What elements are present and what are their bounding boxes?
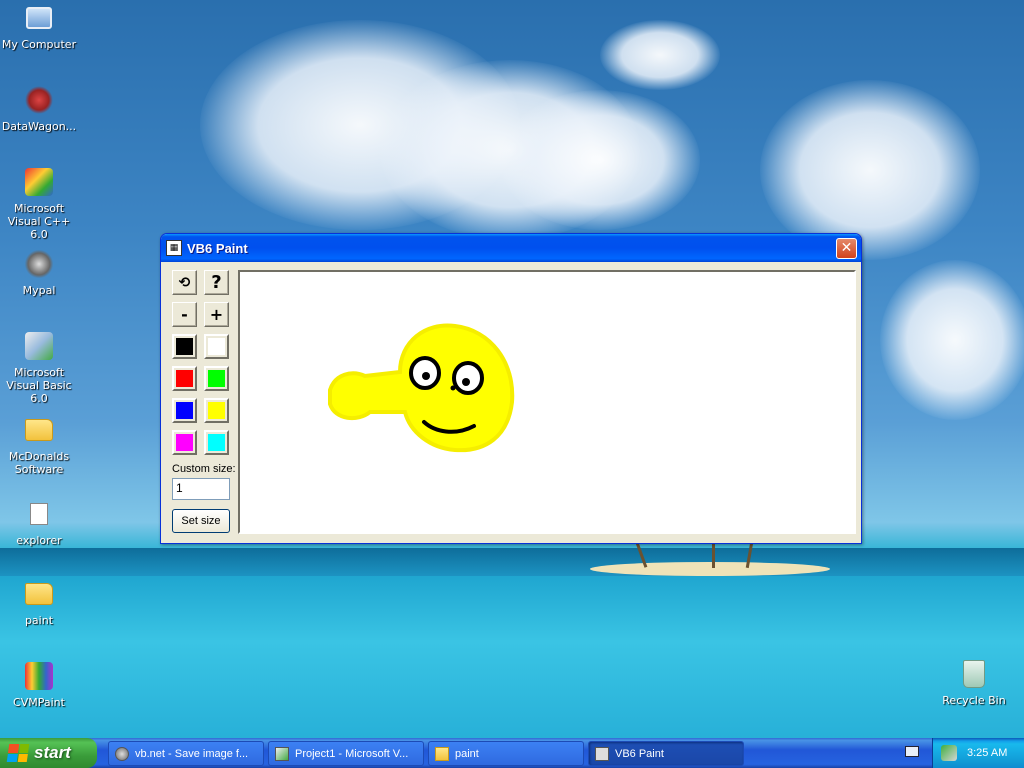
desktop-icon-my-computer[interactable]: My Computer [0,2,78,51]
color-swatch-blue[interactable] [172,398,197,423]
right-eye-pupil [462,378,470,386]
browser-icon [115,746,129,761]
taskbar-item-project1[interactable]: Project1 - Microsoft V... [268,741,424,766]
desktop-icon-label: Mypal [22,284,56,297]
color-swatch-cyan[interactable] [204,430,229,455]
desktop-icon-label: paint [24,614,54,627]
desktop-icon-label: Recycle Bin [942,694,1006,707]
desktop-icon-datawagon[interactable]: DataWagon... [0,84,78,133]
color-swatch-red[interactable] [172,366,197,391]
taskbar-item-vbnet[interactable]: vb.net - Save image f... [108,741,264,766]
taskbar-item-paint-folder[interactable]: paint [428,741,584,766]
shortcut-icon [25,86,53,114]
color-swatch-black[interactable] [172,334,197,359]
recycle-bin-icon [963,660,985,688]
windows-logo-icon [6,744,30,762]
desktop-icon-cvmpaint[interactable]: CVMPaint [0,660,78,709]
drawing [328,323,515,453]
folder-icon [435,746,449,761]
start-button[interactable]: start [0,738,97,768]
taskbar-item-vb6-paint[interactable]: VB6 Paint [588,741,744,766]
desktop-icon-visual-basic[interactable]: Microsoft Visual Basic 6.0 [0,330,78,405]
system-tray: 3:25 AM [932,738,1024,768]
window-titlebar[interactable]: ▦ VB6 Paint ✕ [161,234,861,262]
custom-size-label: Custom size: [172,463,236,475]
decrease-size-button[interactable]: - [172,302,197,327]
folder-icon [25,583,53,605]
window-client: ⟲ ? - + Custom size: 1 Set size [164,262,858,540]
app-icon: ▦ [166,240,182,256]
color-swatch-white[interactable] [204,334,229,359]
desktop-icon-label: My Computer [1,38,77,51]
custom-size-input[interactable]: 1 [172,478,230,500]
computer-icon [26,7,52,29]
desktop-icon-label: CVMPaint [13,696,65,709]
app-icon [595,746,609,761]
desktop-icon-label: explorer [16,534,62,547]
window-title: VB6 Paint [187,240,248,256]
desktop-icon-label: Microsoft Visual Basic 6.0 [6,366,72,405]
desktop-icon-mypal[interactable]: Mypal [0,248,78,297]
network-icon[interactable] [941,745,957,761]
visual-basic-icon [25,332,53,360]
desktop-icon-label: Microsoft Visual C++ 6.0 [7,202,71,241]
folder-icon [25,419,53,441]
desktop-icon-label: DataWagon... [1,120,77,133]
color-swatch-magenta[interactable] [172,430,197,455]
vb6-paint-window: ▦ VB6 Paint ✕ ⟲ ? - + Custom size: 1 Set… [160,233,862,544]
set-size-button[interactable]: Set size [172,509,230,533]
nose-dot [450,385,456,391]
taskbar-item-label: VB6 Paint [615,747,664,760]
drawing-canvas[interactable] [238,270,856,534]
file-icon [30,503,48,525]
start-label: start [34,743,71,762]
taskbar-item-label: vb.net - Save image f... [135,747,249,760]
left-eye-pupil [422,372,430,380]
help-button[interactable]: ? [204,270,229,295]
visual-cpp-icon [25,168,53,196]
clear-button[interactable]: ⟲ [172,270,197,295]
close-button[interactable]: ✕ [836,237,857,259]
increase-size-button[interactable]: + [204,302,229,327]
right-eye-outline [452,361,484,395]
desktop-icon-recycle-bin[interactable]: Recycle Bin [935,658,1013,707]
visual-basic-icon [275,746,289,761]
keyboard-icon[interactable] [905,746,919,757]
taskbar-item-label: Project1 - Microsoft V... [295,747,409,760]
desktop-icon-paint-folder[interactable]: paint [0,578,78,627]
color-swatch-yellow[interactable] [204,398,229,423]
desktop-icon-label: McDonalds Software [8,450,70,476]
desktop-icon-mcdonalds-software[interactable]: McDonalds Software [0,414,78,476]
paint-app-icon [25,662,53,690]
clock[interactable]: 3:25 AM [967,747,1007,759]
desktop-icon-explorer[interactable]: explorer [0,498,78,547]
taskbar-item-label: paint [455,747,479,760]
color-swatch-green[interactable] [204,366,229,391]
desktop-icon-visual-cpp[interactable]: Microsoft Visual C++ 6.0 [0,166,78,241]
mypal-icon [25,250,53,278]
